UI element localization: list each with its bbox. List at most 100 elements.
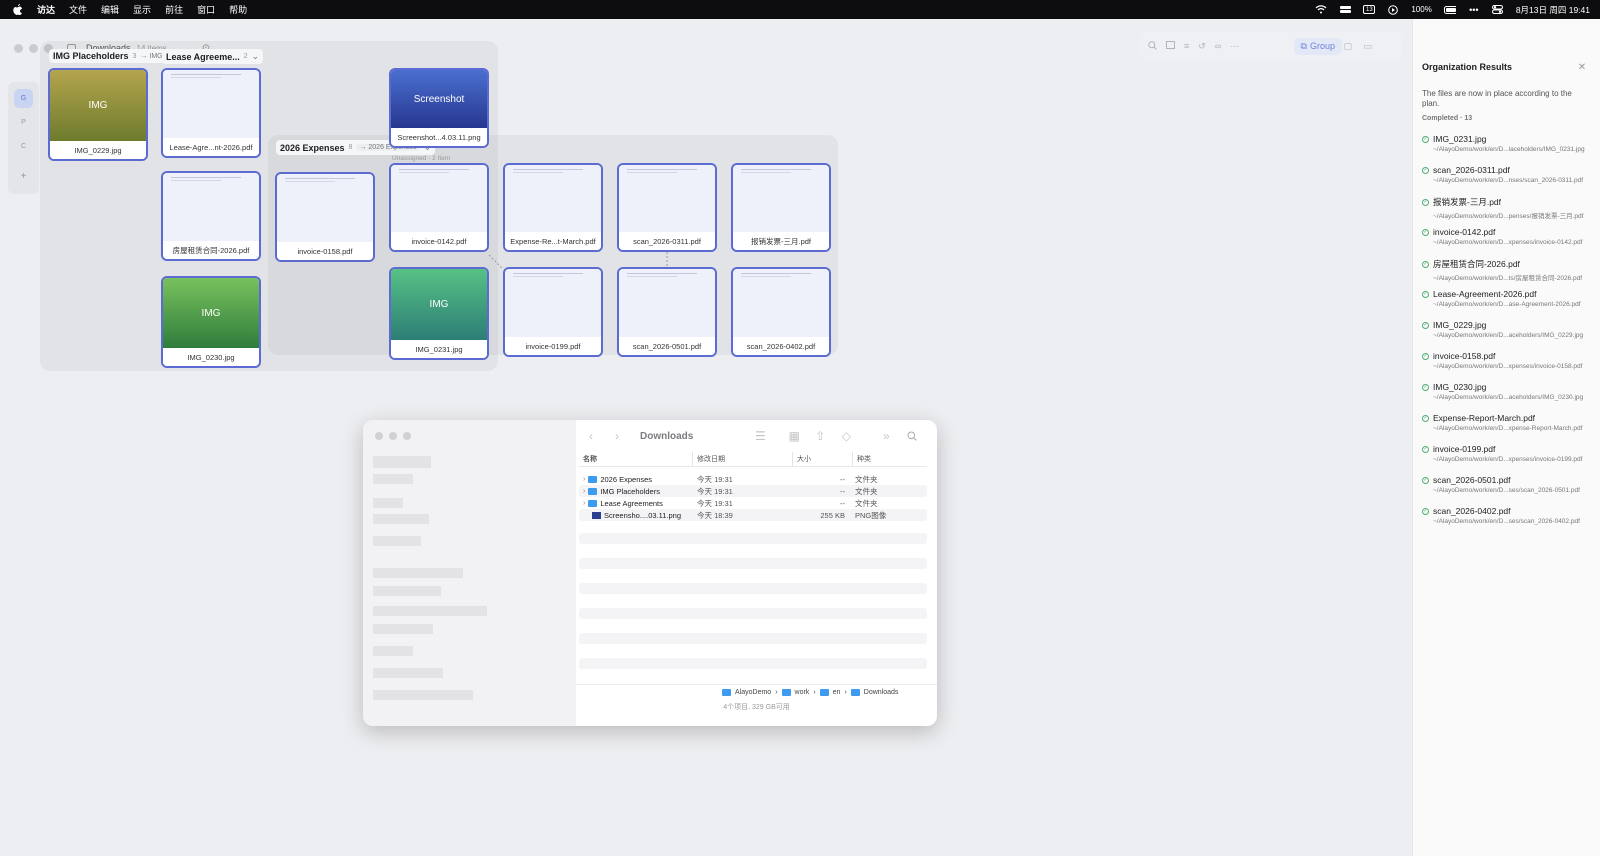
- search-icon[interactable]: [1148, 40, 1157, 52]
- group-button[interactable]: ⧉ Group: [1293, 37, 1342, 55]
- organizer-canvas: Downloads 14 items ⌄ ⚙ G P C + ≡ ↺ ∞ ···…: [0, 19, 1412, 856]
- result-item[interactable]: ✓ invoice-0199.pdf ~/AlayoDemo/work/en/D..…: [1422, 444, 1598, 463]
- result-item[interactable]: ✓ scan_2026-0501.pdf ~/AlayoDemo/work/en/D…: [1422, 475, 1598, 494]
- result-item[interactable]: ✓ IMG_0230.jpg ~/AlayoDemo/work/en/D...ace…: [1422, 382, 1598, 401]
- result-item[interactable]: ✓ IMG_0231.jpg ~/AlayoDemo/work/en/D...lac…: [1422, 134, 1598, 153]
- file-row[interactable]: › Lease Agreements 今天 19:31 -- 文件夹: [579, 497, 927, 509]
- close-window-button[interactable]: [375, 432, 383, 440]
- sidebar-item[interactable]: [373, 498, 403, 508]
- result-item[interactable]: ✓ invoice-0142.pdf ~/AlayoDemo/work/en/D..…: [1422, 227, 1598, 246]
- sidebar-item[interactable]: [373, 586, 441, 596]
- connector-lines: [488, 252, 668, 270]
- result-name: scan_2026-0402.pdf: [1433, 506, 1511, 516]
- sidebar-item[interactable]: [373, 536, 421, 546]
- result-path: ~/AlayoDemo/work/en/D...nses/scan_2026-0…: [1433, 177, 1584, 184]
- finder-sidebar: [363, 420, 576, 726]
- search-icon[interactable]: [903, 430, 921, 442]
- result-item[interactable]: ✓ IMG_0229.jpg ~/AlayoDemo/work/en/D...ace…: [1422, 320, 1598, 339]
- menu-view[interactable]: 显示: [133, 3, 151, 16]
- column-name[interactable]: 名称: [579, 452, 693, 466]
- path-segment[interactable]: Downloads: [864, 689, 899, 696]
- link-icon[interactable]: ∞: [1215, 41, 1221, 51]
- tag-icon[interactable]: ◇: [837, 429, 855, 443]
- sidebar-item[interactable]: [373, 668, 443, 678]
- column-date[interactable]: 修改日期: [693, 452, 793, 466]
- path-segment[interactable]: en: [833, 689, 841, 696]
- file-row[interactable]: › IMG Placeholders 今天 19:31 -- 文件夹: [579, 485, 927, 497]
- file-row[interactable]: › 2026 Expenses 今天 19:31 -- 文件夹: [579, 473, 927, 485]
- result-path: ~/AlayoDemo/work/en/D...ses/scan_2026-04…: [1433, 518, 1580, 525]
- wifi-icon[interactable]: [1315, 5, 1327, 15]
- sidebar-item[interactable]: [373, 624, 433, 634]
- results-panel: Organization Results ✕ The files are now…: [1412, 19, 1600, 856]
- apple-icon[interactable]: [12, 4, 24, 16]
- menu-edit[interactable]: 编辑: [101, 3, 119, 16]
- menu-help[interactable]: 帮助: [229, 3, 247, 16]
- more-icon[interactable]: •••: [1468, 5, 1480, 15]
- window-icon[interactable]: ▭: [1363, 41, 1372, 52]
- path-segment[interactable]: work: [795, 689, 810, 696]
- file-date: 今天 18:39: [697, 510, 733, 520]
- empty-row: [579, 558, 927, 569]
- menu-file[interactable]: 文件: [69, 3, 87, 16]
- back-icon[interactable]: ‹: [582, 429, 600, 443]
- result-item[interactable]: ✓ Lease-Agreement-2026.pdf ~/AlayoDemo/wor…: [1422, 289, 1598, 308]
- sidebar-item[interactable]: [373, 514, 429, 524]
- control-center-icon[interactable]: [1492, 5, 1504, 15]
- check-icon: ✓: [1422, 228, 1429, 236]
- sidebar-item[interactable]: [373, 456, 431, 468]
- zoom-window-button[interactable]: [403, 432, 411, 440]
- group-view-icon[interactable]: ▦: [785, 429, 803, 443]
- result-item[interactable]: ✓ 报销发票-三月.pdf ~/AlayoDemo/work/en/D...pens…: [1422, 196, 1598, 220]
- copy-icon[interactable]: ▢: [1343, 41, 1352, 52]
- result-name: scan_2026-0501.pdf: [1433, 475, 1511, 485]
- finder-toolbar: ‹ › Downloads ☰ ▦ ⇧ ◇ »: [576, 420, 937, 452]
- file-row[interactable]: Screensho....03.11.png 今天 18:39 255 KB P…: [579, 509, 927, 521]
- close-icon[interactable]: ✕: [1576, 61, 1588, 73]
- column-size[interactable]: 大小: [793, 452, 853, 466]
- check-icon: ✓: [1422, 352, 1429, 360]
- column-kind[interactable]: 种类: [853, 452, 927, 466]
- disclosure-icon[interactable]: ›: [583, 476, 585, 483]
- sidebar-item[interactable]: [373, 646, 413, 656]
- battery-icon[interactable]: [1443, 5, 1456, 15]
- empty-row: [579, 533, 927, 544]
- chevron-right-icon: ›: [775, 689, 778, 696]
- forward-icon[interactable]: ›: [608, 429, 626, 443]
- disclosure-icon[interactable]: ›: [583, 500, 585, 507]
- result-item[interactable]: ✓ invoice-0158.pdf ~/AlayoDemo/work/en/D..…: [1422, 351, 1598, 370]
- finder-title: Downloads: [640, 430, 694, 442]
- more-options-icon[interactable]: ···: [1230, 41, 1239, 51]
- expand-icon[interactable]: »: [877, 429, 895, 443]
- result-path: ~/AlayoDemo/work/en/D...xpenses/invoice-…: [1433, 363, 1583, 370]
- preview-icon[interactable]: [1166, 41, 1175, 51]
- minimize-window-button[interactable]: [389, 432, 397, 440]
- menu-window[interactable]: 窗口: [197, 3, 215, 16]
- history-icon[interactable]: ↺: [1198, 41, 1206, 52]
- list-icon[interactable]: ≡: [1184, 41, 1189, 51]
- sidebar-item[interactable]: [373, 568, 463, 578]
- share-icon[interactable]: ⇧: [811, 429, 829, 443]
- check-icon: ✓: [1422, 414, 1429, 422]
- file-date: 今天 19:31: [697, 486, 733, 496]
- play-icon[interactable]: [1387, 4, 1399, 15]
- disclosure-icon[interactable]: ›: [583, 488, 585, 495]
- check-icon: ✓: [1422, 260, 1429, 268]
- empty-row: [579, 608, 927, 619]
- result-item[interactable]: ✓ scan_2026-0311.pdf ~/AlayoDemo/work/en/D…: [1422, 165, 1598, 184]
- list-view-icon[interactable]: ☰: [751, 429, 769, 443]
- control-strip-icon[interactable]: [1339, 5, 1351, 15]
- calendar-badge-icon[interactable]: 13: [1363, 5, 1376, 14]
- path-segment[interactable]: AlayoDemo: [735, 689, 771, 696]
- menu-go[interactable]: 前往: [165, 3, 183, 16]
- result-item[interactable]: ✓ Expense-Report-March.pdf ~/AlayoDemo/wor…: [1422, 413, 1598, 432]
- menu-finder[interactable]: 访达: [37, 3, 55, 16]
- sidebar-item[interactable]: [373, 606, 487, 616]
- sidebar-item[interactable]: [373, 474, 413, 484]
- check-icon: ✓: [1422, 383, 1429, 391]
- sidebar-item[interactable]: [373, 690, 473, 700]
- file-kind: 文件夹: [855, 498, 878, 508]
- clock[interactable]: 8月13日 周四 19:41: [1516, 4, 1590, 16]
- result-item[interactable]: ✓ scan_2026-0402.pdf ~/AlayoDemo/work/en/D…: [1422, 506, 1598, 525]
- result-item[interactable]: ✓ 房屋租赁合同-2026.pdf ~/AlayoDemo/work/en/D...…: [1422, 258, 1598, 282]
